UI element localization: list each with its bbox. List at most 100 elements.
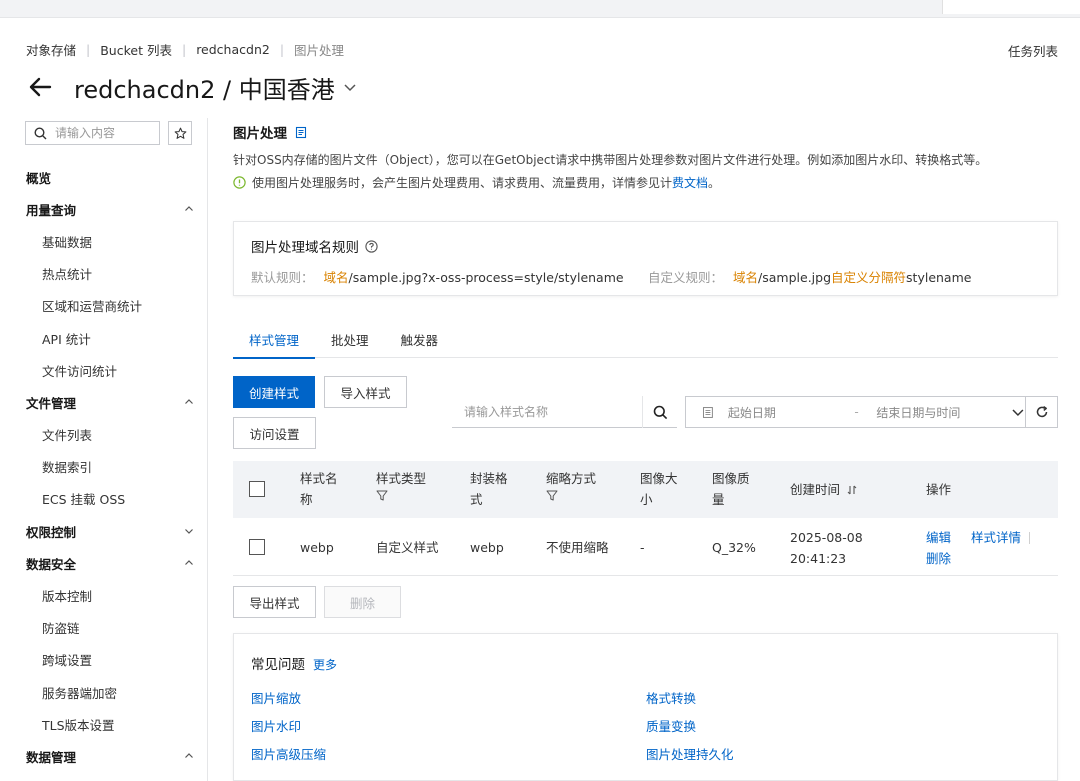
task-list-link[interactable]: 任务列表	[1008, 41, 1058, 60]
chevron-up-icon[interactable]	[184, 204, 194, 214]
sidebar-item-9[interactable]: 数据索引	[0, 451, 208, 483]
sidebar-item-label: 文件访问统计	[42, 363, 118, 379]
help-icon[interactable]	[365, 239, 378, 253]
tab-batch[interactable]: 批处理	[315, 321, 385, 358]
th-created-time[interactable]: 创建时间	[790, 479, 858, 500]
chevron-down-icon[interactable]	[1011, 405, 1025, 419]
rule-card-title: 图片处理域名规则	[251, 236, 378, 256]
op-divider	[1029, 532, 1030, 544]
refresh-button[interactable]	[1025, 396, 1058, 428]
date-end[interactable]: 结束日期与时间	[876, 404, 1005, 421]
sidebar-item-2[interactable]: 基础数据	[0, 225, 208, 257]
sidebar-item-label: API 统计	[42, 331, 91, 347]
access-settings-button[interactable]: 访问设置	[233, 417, 316, 449]
search-icon	[34, 126, 47, 139]
sidebar-item-label: 权限控制	[26, 524, 77, 540]
section-title: 图片处理	[233, 122, 307, 142]
top-bar-search[interactable]	[942, 0, 1080, 14]
th-operations: 操作	[926, 482, 952, 497]
sidebar-item-5[interactable]: API 统计	[0, 322, 208, 354]
sidebar-item-1[interactable]: 用量查询	[0, 193, 208, 225]
create-style-button[interactable]: 创建样式	[233, 376, 315, 408]
sidebar-item-0[interactable]: 概览	[0, 161, 208, 193]
chevron-up-icon[interactable]	[184, 397, 194, 407]
chevron-down-icon[interactable]	[184, 526, 194, 536]
faq-link-advanced-compress[interactable]: 图片高级压缩	[251, 744, 326, 763]
calendar-icon	[702, 406, 713, 418]
style-table: 样式名称 样式类型 封装格式 缩略方式 图像大小 图像质量 创建时间 操作 we…	[233, 461, 1058, 576]
sidebar-item-label: 数据管理	[26, 749, 77, 765]
sort-icon[interactable]	[846, 484, 858, 496]
sidebar-item-label: 版本控制	[42, 589, 93, 605]
faq-title: 常见问题 更多	[251, 653, 337, 673]
favorite-button[interactable]	[168, 121, 192, 145]
back-arrow-icon[interactable]	[26, 73, 54, 101]
sidebar-search[interactable]	[25, 121, 160, 145]
chevron-up-icon[interactable]	[184, 751, 194, 761]
faq-link-resize[interactable]: 图片缩放	[251, 688, 301, 707]
sidebar-item-3[interactable]: 热点统计	[0, 258, 208, 290]
tab-bar: 样式管理 批处理 触发器	[233, 321, 1058, 359]
faq-link-format-convert[interactable]: 格式转换	[646, 688, 696, 707]
faq-more-link[interactable]: 更多	[313, 656, 337, 673]
fee-doc-link[interactable]: 费文档	[672, 174, 708, 191]
sidebar-item-12[interactable]: 数据安全	[0, 547, 208, 579]
sidebar-item-10[interactable]: ECS 挂载 OSS	[0, 483, 208, 515]
domain-rule-card: 图片处理域名规则 默认规则： 域名/sample.jpg?x-oss-proces…	[233, 221, 1058, 296]
export-style-button[interactable]: 导出样式	[233, 586, 316, 618]
document-icon[interactable]	[295, 126, 307, 139]
sidebar-item-14[interactable]: 防盗链	[0, 612, 208, 644]
top-bar	[0, 0, 1080, 18]
sidebar-item-16[interactable]: 服务器端加密	[0, 676, 208, 708]
th-format: 封装格式	[470, 471, 508, 507]
sidebar-item-18[interactable]: 数据管理	[0, 740, 208, 772]
breadcrumb-bucket[interactable]: redchacdn2	[196, 42, 270, 57]
date-start[interactable]: 起始日期	[728, 404, 837, 421]
custom-rule-path: /sample.jpg	[758, 270, 832, 285]
sidebar-search-input[interactable]	[55, 126, 145, 140]
refresh-icon	[1036, 405, 1047, 418]
filter-icon[interactable]	[376, 489, 388, 502]
th-scale-mode: 缩略方式	[546, 468, 596, 502]
style-detail-link[interactable]: 样式详情	[971, 527, 1021, 548]
faq-card: 常见问题 更多 图片缩放 格式转换 图片水印 质量变换 图片高级压缩 图片处理持…	[233, 633, 1058, 781]
sidebar-item-17[interactable]: TLS版本设置	[0, 708, 208, 740]
sidebar-item-7[interactable]: 文件管理	[0, 386, 208, 418]
faq-link-persist[interactable]: 图片处理持久化	[646, 744, 734, 763]
faq-title-text: 常见问题	[251, 657, 305, 673]
delete-link[interactable]: 删除	[926, 548, 951, 569]
sidebar-item-4[interactable]: 区域和运营商统计	[0, 290, 208, 322]
faq-link-watermark[interactable]: 图片水印	[251, 716, 301, 735]
sidebar-item-label: 服务器端加密	[42, 685, 118, 701]
date-range-picker[interactable]: 起始日期 - 结束日期与时间	[685, 396, 1026, 428]
breadcrumb-bucket-list[interactable]: Bucket 列表	[100, 40, 172, 59]
tab-trigger[interactable]: 触发器	[385, 321, 455, 358]
select-all-checkbox[interactable]	[249, 481, 265, 497]
sidebar-item-15[interactable]: 跨域设置	[0, 644, 208, 676]
cell-style-name: webp	[300, 540, 334, 555]
date-dash: -	[854, 405, 859, 419]
chevron-down-icon[interactable]	[343, 80, 357, 94]
sidebar-item-label: 区域和运营商统计	[42, 299, 143, 315]
th-style-type: 样式类型	[376, 468, 426, 502]
sidebar-nav: 概览 用量查询 基础数据 热点统计区域和运营商统计 API 统计文件访问统计文件管理 文件…	[0, 161, 208, 773]
style-search-input[interactable]	[464, 404, 644, 419]
sidebar-item-8[interactable]: 文件列表	[0, 419, 208, 451]
chevron-up-icon[interactable]	[184, 558, 194, 568]
style-search-button[interactable]	[642, 396, 677, 428]
sidebar-item-label: ECS 挂载 OSS	[42, 492, 126, 508]
breadcrumb-oss[interactable]: 对象存储	[26, 40, 76, 59]
description: 针对OSS内存储的图片文件（Object），您可以在GetObject请求中携带…	[233, 153, 988, 167]
sidebar-item-6[interactable]: 文件访问统计	[0, 354, 208, 386]
row-checkbox[interactable]	[249, 539, 265, 555]
delete-button[interactable]: 删除	[324, 586, 401, 618]
import-style-button[interactable]: 导入样式	[324, 376, 407, 408]
filter-icon[interactable]	[546, 489, 558, 502]
sidebar-item-11[interactable]: 权限控制	[0, 515, 208, 547]
breadcrumb-current: 图片处理	[294, 43, 345, 58]
faq-link-quality[interactable]: 质量变换	[646, 716, 696, 735]
tab-style-management[interactable]: 样式管理	[233, 321, 316, 359]
edit-link[interactable]: 编辑	[926, 527, 951, 548]
sidebar-item-13[interactable]: 版本控制	[0, 579, 208, 611]
th-style-name: 样式名称	[300, 471, 338, 507]
